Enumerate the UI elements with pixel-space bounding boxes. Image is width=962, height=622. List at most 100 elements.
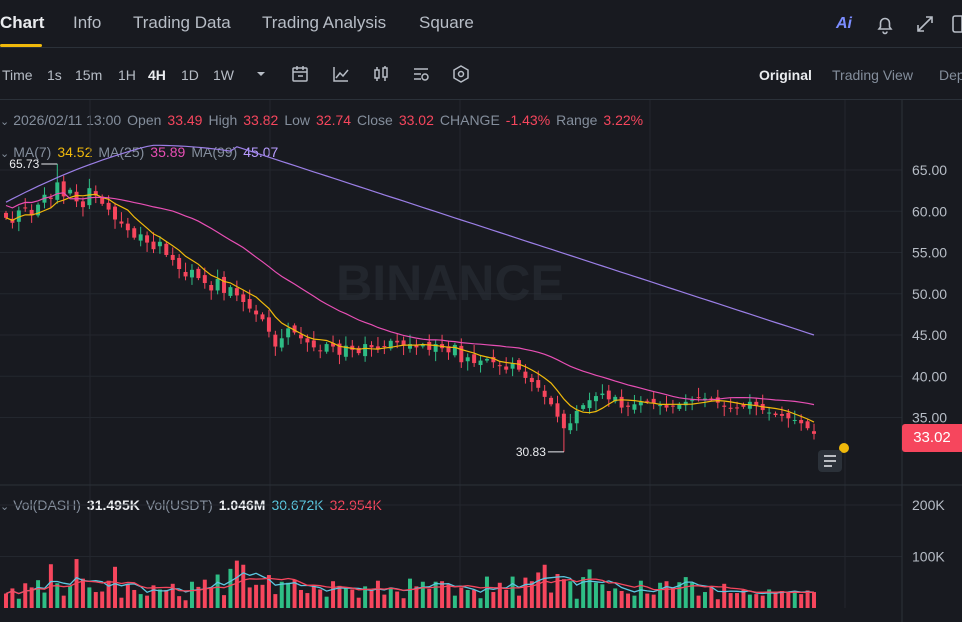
candle[interactable] [452,344,457,356]
candle[interactable] [177,257,182,269]
volume-bar[interactable] [286,582,291,608]
volume-bar[interactable] [619,591,624,608]
candle[interactable] [132,228,137,238]
volume-bar[interactable] [93,592,98,608]
candle[interactable] [113,206,118,220]
volume-bar[interactable] [792,591,797,608]
volume-bar[interactable] [465,589,470,608]
volume-bar[interactable] [408,578,412,608]
volume-bar[interactable] [510,576,515,608]
candle[interactable] [600,393,605,396]
candle[interactable] [478,360,483,366]
volume-bar[interactable] [452,595,457,608]
volume-bar[interactable] [626,593,631,608]
volume-bar[interactable] [36,580,41,608]
candle[interactable] [658,405,663,407]
candle[interactable] [792,419,797,421]
gear-icon[interactable] [451,64,471,84]
volume-bar[interactable] [478,598,483,608]
volume-bar[interactable] [754,594,759,608]
volume-bar[interactable] [202,579,207,608]
candle[interactable] [735,407,740,409]
volume-bar[interactable] [324,596,329,608]
volume-bar[interactable] [433,581,438,608]
volume-bar[interactable] [80,578,85,608]
candle[interactable] [690,400,695,402]
volume-bar[interactable] [138,594,143,608]
volume-bar[interactable] [651,594,656,608]
candle[interactable] [80,201,85,208]
candle[interactable] [632,404,637,410]
volume-bar[interactable] [311,586,316,608]
volume-bar[interactable] [337,585,342,608]
candle[interactable] [395,340,400,343]
candle[interactable] [215,278,220,291]
volume-bar[interactable] [215,574,220,608]
volume-bar[interactable] [305,593,310,608]
interval-time[interactable]: Time [2,67,33,83]
volume-bar[interactable] [100,591,105,608]
volume-bar[interactable] [606,591,611,608]
candle[interactable] [106,202,111,210]
candle[interactable] [74,191,79,202]
volume-bar[interactable] [356,597,361,608]
candle[interactable] [504,366,509,370]
candle[interactable] [286,328,291,338]
interval-15m[interactable]: 15m [75,67,102,83]
volume-bar[interactable] [472,589,477,608]
indicators-icon[interactable] [331,64,351,84]
volume-bar[interactable] [298,589,303,608]
candle[interactable] [55,182,60,200]
candle[interactable] [542,390,547,397]
candle[interactable] [574,410,579,424]
view-original[interactable]: Original [759,67,812,83]
volume-bar[interactable] [382,594,387,608]
volume-bar[interactable] [440,581,445,608]
volume-bar[interactable] [786,592,791,608]
candle[interactable] [68,189,73,194]
candle[interactable] [670,405,675,407]
candle[interactable] [606,390,611,400]
volume-bar[interactable] [664,581,669,608]
volume-bar[interactable] [260,584,265,608]
candle[interactable] [722,405,727,407]
candle[interactable] [555,403,560,417]
volume-bar[interactable] [779,591,784,608]
layout-icon[interactable] [950,12,962,36]
volume-bar[interactable] [504,589,509,608]
candle[interactable] [234,288,239,296]
candle[interactable] [786,412,791,419]
interval-1d[interactable]: 1D [181,67,199,83]
candle[interactable] [202,275,207,284]
volume-bar[interactable] [632,595,637,608]
volume-bar[interactable] [568,581,573,608]
volume-bar[interactable] [157,589,162,608]
candle[interactable] [305,338,310,343]
volume-bar[interactable] [799,594,804,608]
volume-bar[interactable] [484,576,489,608]
candle[interactable] [465,357,470,362]
volume-bar[interactable] [735,593,740,608]
candle[interactable] [138,234,143,241]
view-depth[interactable]: Dep [939,67,962,83]
candle[interactable] [812,431,816,434]
volume-bar[interactable] [747,594,752,608]
candle[interactable] [427,341,432,350]
candle[interactable] [619,396,624,408]
volume-bar[interactable] [613,588,618,608]
volume-bar[interactable] [164,589,169,608]
volume-bar[interactable] [593,582,598,608]
candle[interactable] [318,350,323,352]
candle[interactable] [523,371,528,378]
candle[interactable] [773,413,778,416]
candle[interactable] [145,235,150,243]
candle[interactable] [497,365,502,367]
candle[interactable] [536,380,541,388]
volume-bar[interactable] [600,584,605,608]
volume-bar[interactable] [574,598,579,608]
candle[interactable] [254,310,259,315]
volume-bar[interactable] [645,593,650,608]
volume-bar[interactable] [23,583,28,608]
volume-bar[interactable] [702,592,707,608]
volume-bar[interactable] [254,584,259,608]
